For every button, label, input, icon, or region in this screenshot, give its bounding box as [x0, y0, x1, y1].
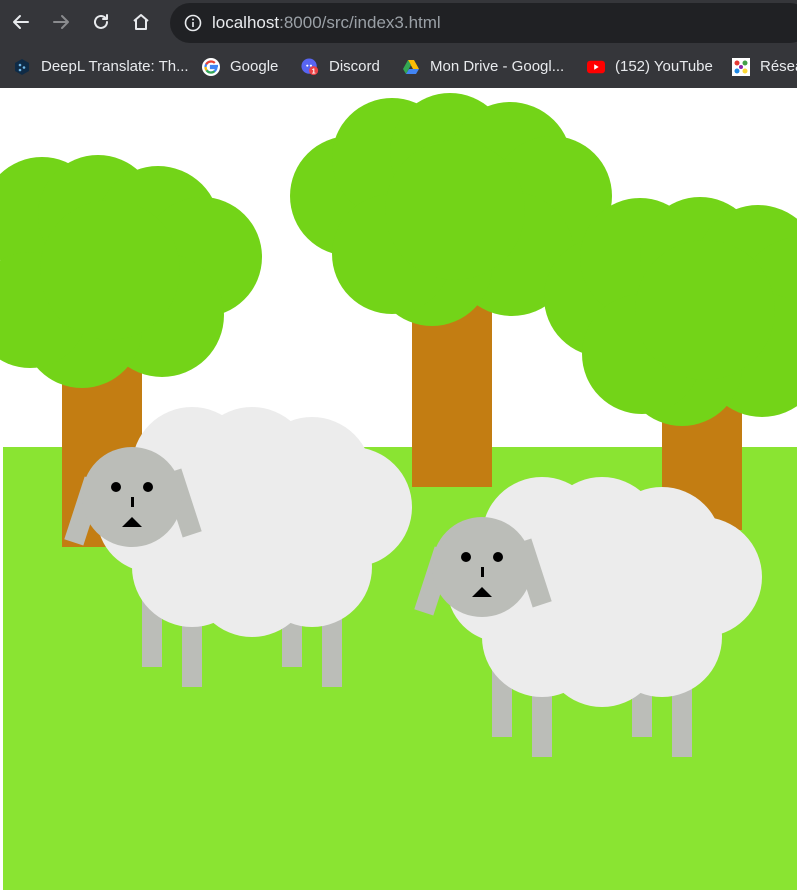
sheep-eye	[493, 552, 503, 562]
sheep-scene	[0, 88, 797, 890]
reload-icon	[94, 14, 108, 29]
url-host: localhost	[212, 13, 280, 32]
sheep-nose	[481, 567, 484, 577]
bookmark-discord[interactable]: 1 Discord	[301, 45, 380, 88]
network-icon	[732, 57, 750, 76]
bookmark-label: Google	[230, 58, 279, 75]
home-button[interactable]	[127, 8, 155, 36]
bookmark-label: (152) YouTube	[615, 58, 713, 75]
discord-badge: 1	[312, 66, 316, 75]
back-arrow-icon	[13, 15, 29, 29]
bookmark-google[interactable]: Google	[202, 45, 278, 88]
discord-icon: 1	[301, 57, 319, 76]
google-drive-icon	[402, 58, 420, 76]
bookmarks-bar: DeepL Translate: Th... Google 1 Discord	[0, 45, 797, 88]
sheep-eye	[143, 482, 153, 492]
browser-toolbar: localhost:8000/src/index3.html	[0, 0, 797, 45]
bookmark-label: DeepL Translate: Th...	[41, 58, 189, 75]
deepl-icon	[13, 58, 31, 76]
bookmark-youtube[interactable]: (152) YouTube	[587, 45, 713, 88]
google-icon	[202, 57, 220, 76]
url-path: :8000/src/index3.html	[279, 13, 441, 32]
home-icon	[133, 14, 149, 30]
forward-arrow-icon	[53, 15, 69, 29]
youtube-icon	[587, 58, 605, 76]
sheep-eye	[461, 552, 471, 562]
bookmark-deepl[interactable]: DeepL Translate: Th...	[13, 45, 189, 88]
back-button[interactable]	[7, 8, 35, 36]
bookmark-drive[interactable]: Mon Drive - Googl...	[402, 45, 564, 88]
sheep-nose	[131, 497, 134, 507]
info-icon[interactable]	[184, 14, 202, 32]
bookmark-network[interactable]: Résea	[732, 45, 797, 88]
bookmark-label: Mon Drive - Googl...	[430, 58, 565, 75]
bookmark-label: Résea	[760, 58, 797, 75]
sheep-eye	[111, 482, 121, 492]
forward-button[interactable]	[47, 8, 75, 36]
bookmark-label: Discord	[329, 58, 380, 75]
page-canvas	[0, 88, 797, 890]
address-bar[interactable]: localhost:8000/src/index3.html	[170, 3, 797, 43]
url-text: localhost:8000/src/index3.html	[212, 13, 441, 33]
reload-button[interactable]	[87, 8, 115, 36]
